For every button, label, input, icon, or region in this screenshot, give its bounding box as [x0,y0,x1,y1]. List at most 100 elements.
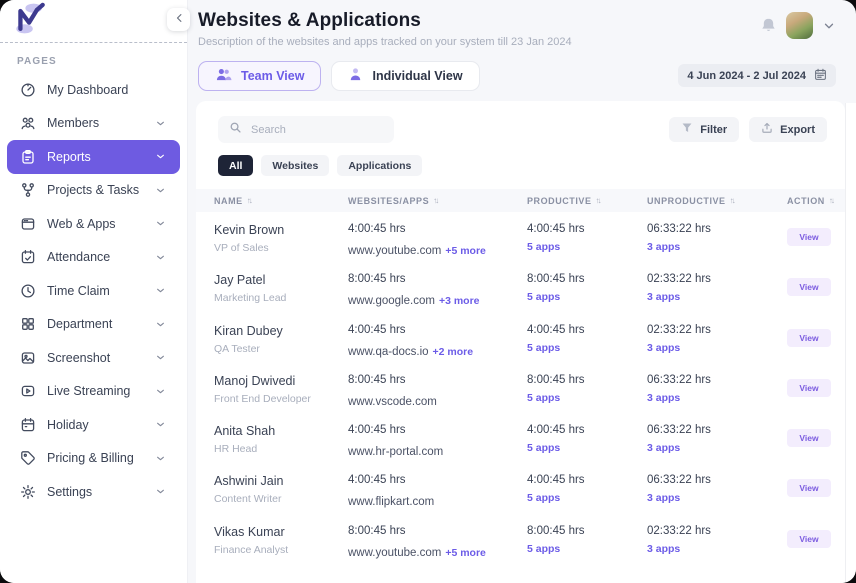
unproductive-apps-link[interactable]: 3 apps [647,392,787,404]
productive-hours: 4:00:45 hrs [527,424,647,436]
tab-websites[interactable]: Websites [261,155,329,176]
collapse-sidebar-button[interactable] [167,8,190,31]
employee-name: Manoj Dwivedi [214,374,348,388]
table-row: Kiran Dubey QA Tester 4:00:45 hrs www.qa… [196,313,845,363]
productive-apps-link[interactable]: 5 apps [527,342,647,354]
employee-cell: Jay Patel Marketing Lead [214,273,348,312]
websites-apps-cell: 8:00:45 hrs www.google.com+3 more [348,273,527,312]
web-hours: 4:00:45 hrs [348,324,527,336]
filter-button[interactable]: Filter [669,117,739,142]
chevron-down-icon [154,418,167,431]
sidebar-item-projects-tasks[interactable]: Projects & Tasks [7,174,180,208]
table-row: Ashwini Jain Content Writer 4:00:45 hrs … [196,463,845,513]
notification-bell-icon[interactable] [760,17,777,34]
employee-role: QA Tester [214,343,348,355]
individual-icon [348,67,363,85]
date-range-picker[interactable]: 4 Jun 2024 - 2 Jul 2024 [678,64,836,87]
view-button[interactable]: View [787,379,831,397]
productive-hours: 4:00:45 hrs [527,474,647,486]
unproductive-cell: 06:33:22 hrs 3 apps [647,223,787,262]
unproductive-apps-link[interactable]: 3 apps [647,241,787,253]
reports-icon [20,149,36,165]
view-button[interactable]: View [787,429,831,447]
unproductive-apps-link[interactable]: 3 apps [647,492,787,504]
sidebar-item-reports[interactable]: Reports [7,140,180,174]
vertical-scrollbar[interactable] [845,103,856,583]
sidebar-item-settings[interactable]: Settings [7,475,180,509]
employee-role: Front End Developer [214,393,348,405]
productive-apps-link[interactable]: 5 apps [527,392,647,404]
chevron-down-icon [154,117,167,130]
unproductive-apps-link[interactable]: 3 apps [647,342,787,354]
chevron-down-icon [154,217,167,230]
sidebar-item-attendance[interactable]: Attendance [7,241,180,275]
tab-applications[interactable]: Applications [337,155,422,176]
productive-apps-link[interactable]: 5 apps [527,442,647,454]
column-header-action[interactable]: ACTION ↑↓ [787,196,835,206]
employee-role: VP of Sales [214,242,348,254]
employee-cell: Anita Shah HR Head [214,424,348,463]
view-button[interactable]: View [787,329,831,347]
individual-view-button[interactable]: Individual View [331,61,479,91]
view-button[interactable]: View [787,278,831,296]
table-row: Vikas Kumar Finance Analyst 8:00:45 hrs … [196,514,845,564]
view-button[interactable]: View [787,228,831,246]
sidebar-item-live-streaming[interactable]: Live Streaming [7,375,180,409]
employee-role: Content Writer [214,493,348,505]
team-view-button[interactable]: Team View [198,61,321,91]
page-description: Description of the websites and apps tra… [198,36,572,48]
sidebar-item-my-dashboard[interactable]: My Dashboard [7,73,180,107]
sidebar: PAGES My Dashboard Members Reports Proje… [0,0,188,583]
column-header-unproductive[interactable]: UNPRODUCTIVE ↑↓ [647,196,787,206]
chevron-down-icon[interactable] [822,19,836,33]
view-button[interactable]: View [787,530,831,548]
unproductive-apps-link[interactable]: 3 apps [647,442,787,454]
view-button[interactable]: View [787,479,831,497]
productive-apps-link[interactable]: 5 apps [527,492,647,504]
productive-hours: 4:00:45 hrs [527,223,647,235]
productive-cell: 4:00:45 hrs 5 apps [527,324,647,363]
sidebar-item-screenshot[interactable]: Screenshot [7,341,180,375]
chevron-down-icon [154,284,167,297]
unproductive-apps-link[interactable]: 3 apps [647,291,787,303]
more-websites-link[interactable]: +5 more [445,245,486,257]
websites-apps-cell: 4:00:45 hrs www.qa-docs.io+2 more [348,324,527,363]
screenshot-icon [20,350,36,366]
column-header-name[interactable]: NAME ↑↓ [214,196,348,206]
chevron-down-icon [154,385,167,398]
chevron-down-icon [154,318,167,331]
productive-hours: 8:00:45 hrs [527,374,647,386]
productive-apps-link[interactable]: 5 apps [527,543,647,555]
productive-apps-link[interactable]: 5 apps [527,291,647,303]
productive-cell: 4:00:45 hrs 5 apps [527,424,647,463]
column-header-productive[interactable]: PRODUCTIVE ↑↓ [527,196,647,206]
search-input[interactable] [251,124,383,136]
chevron-down-icon [154,184,167,197]
employee-name: Anita Shah [214,424,348,438]
more-websites-link[interactable]: +2 more [433,346,474,358]
sidebar-item-pricing-billing[interactable]: Pricing & Billing [7,442,180,476]
productive-apps-link[interactable]: 5 apps [527,241,647,253]
user-avatar[interactable] [786,12,813,39]
employee-cell: Ashwini Jain Content Writer [214,474,348,513]
more-websites-link[interactable]: +5 more [445,547,486,559]
website-url: www.google.com [348,295,435,307]
team-icon [215,67,232,85]
sort-icon: ↑↓ [596,196,602,205]
sidebar-item-web-apps[interactable]: Web & Apps [7,207,180,241]
productive-cell: 8:00:45 hrs 5 apps [527,525,647,564]
unproductive-cell: 02:33:22 hrs 3 apps [647,525,787,564]
sidebar-item-department[interactable]: Department [7,308,180,342]
employee-name: Kevin Brown [214,223,348,237]
sidebar-item-time-claim[interactable]: Time Claim [7,274,180,308]
column-header-websites-apps[interactable]: WEBSITES/APPS ↑↓ [348,196,527,206]
employee-cell: Vikas Kumar Finance Analyst [214,525,348,564]
tab-all[interactable]: All [218,155,253,176]
export-button[interactable]: Export [749,117,827,142]
unproductive-apps-link[interactable]: 3 apps [647,543,787,555]
sidebar-item-members[interactable]: Members [7,107,180,141]
action-cell: View [787,374,831,413]
more-websites-link[interactable]: +3 more [439,295,480,307]
sidebar-item-holiday[interactable]: Holiday [7,408,180,442]
website-url: www.vscode.com [348,396,437,408]
